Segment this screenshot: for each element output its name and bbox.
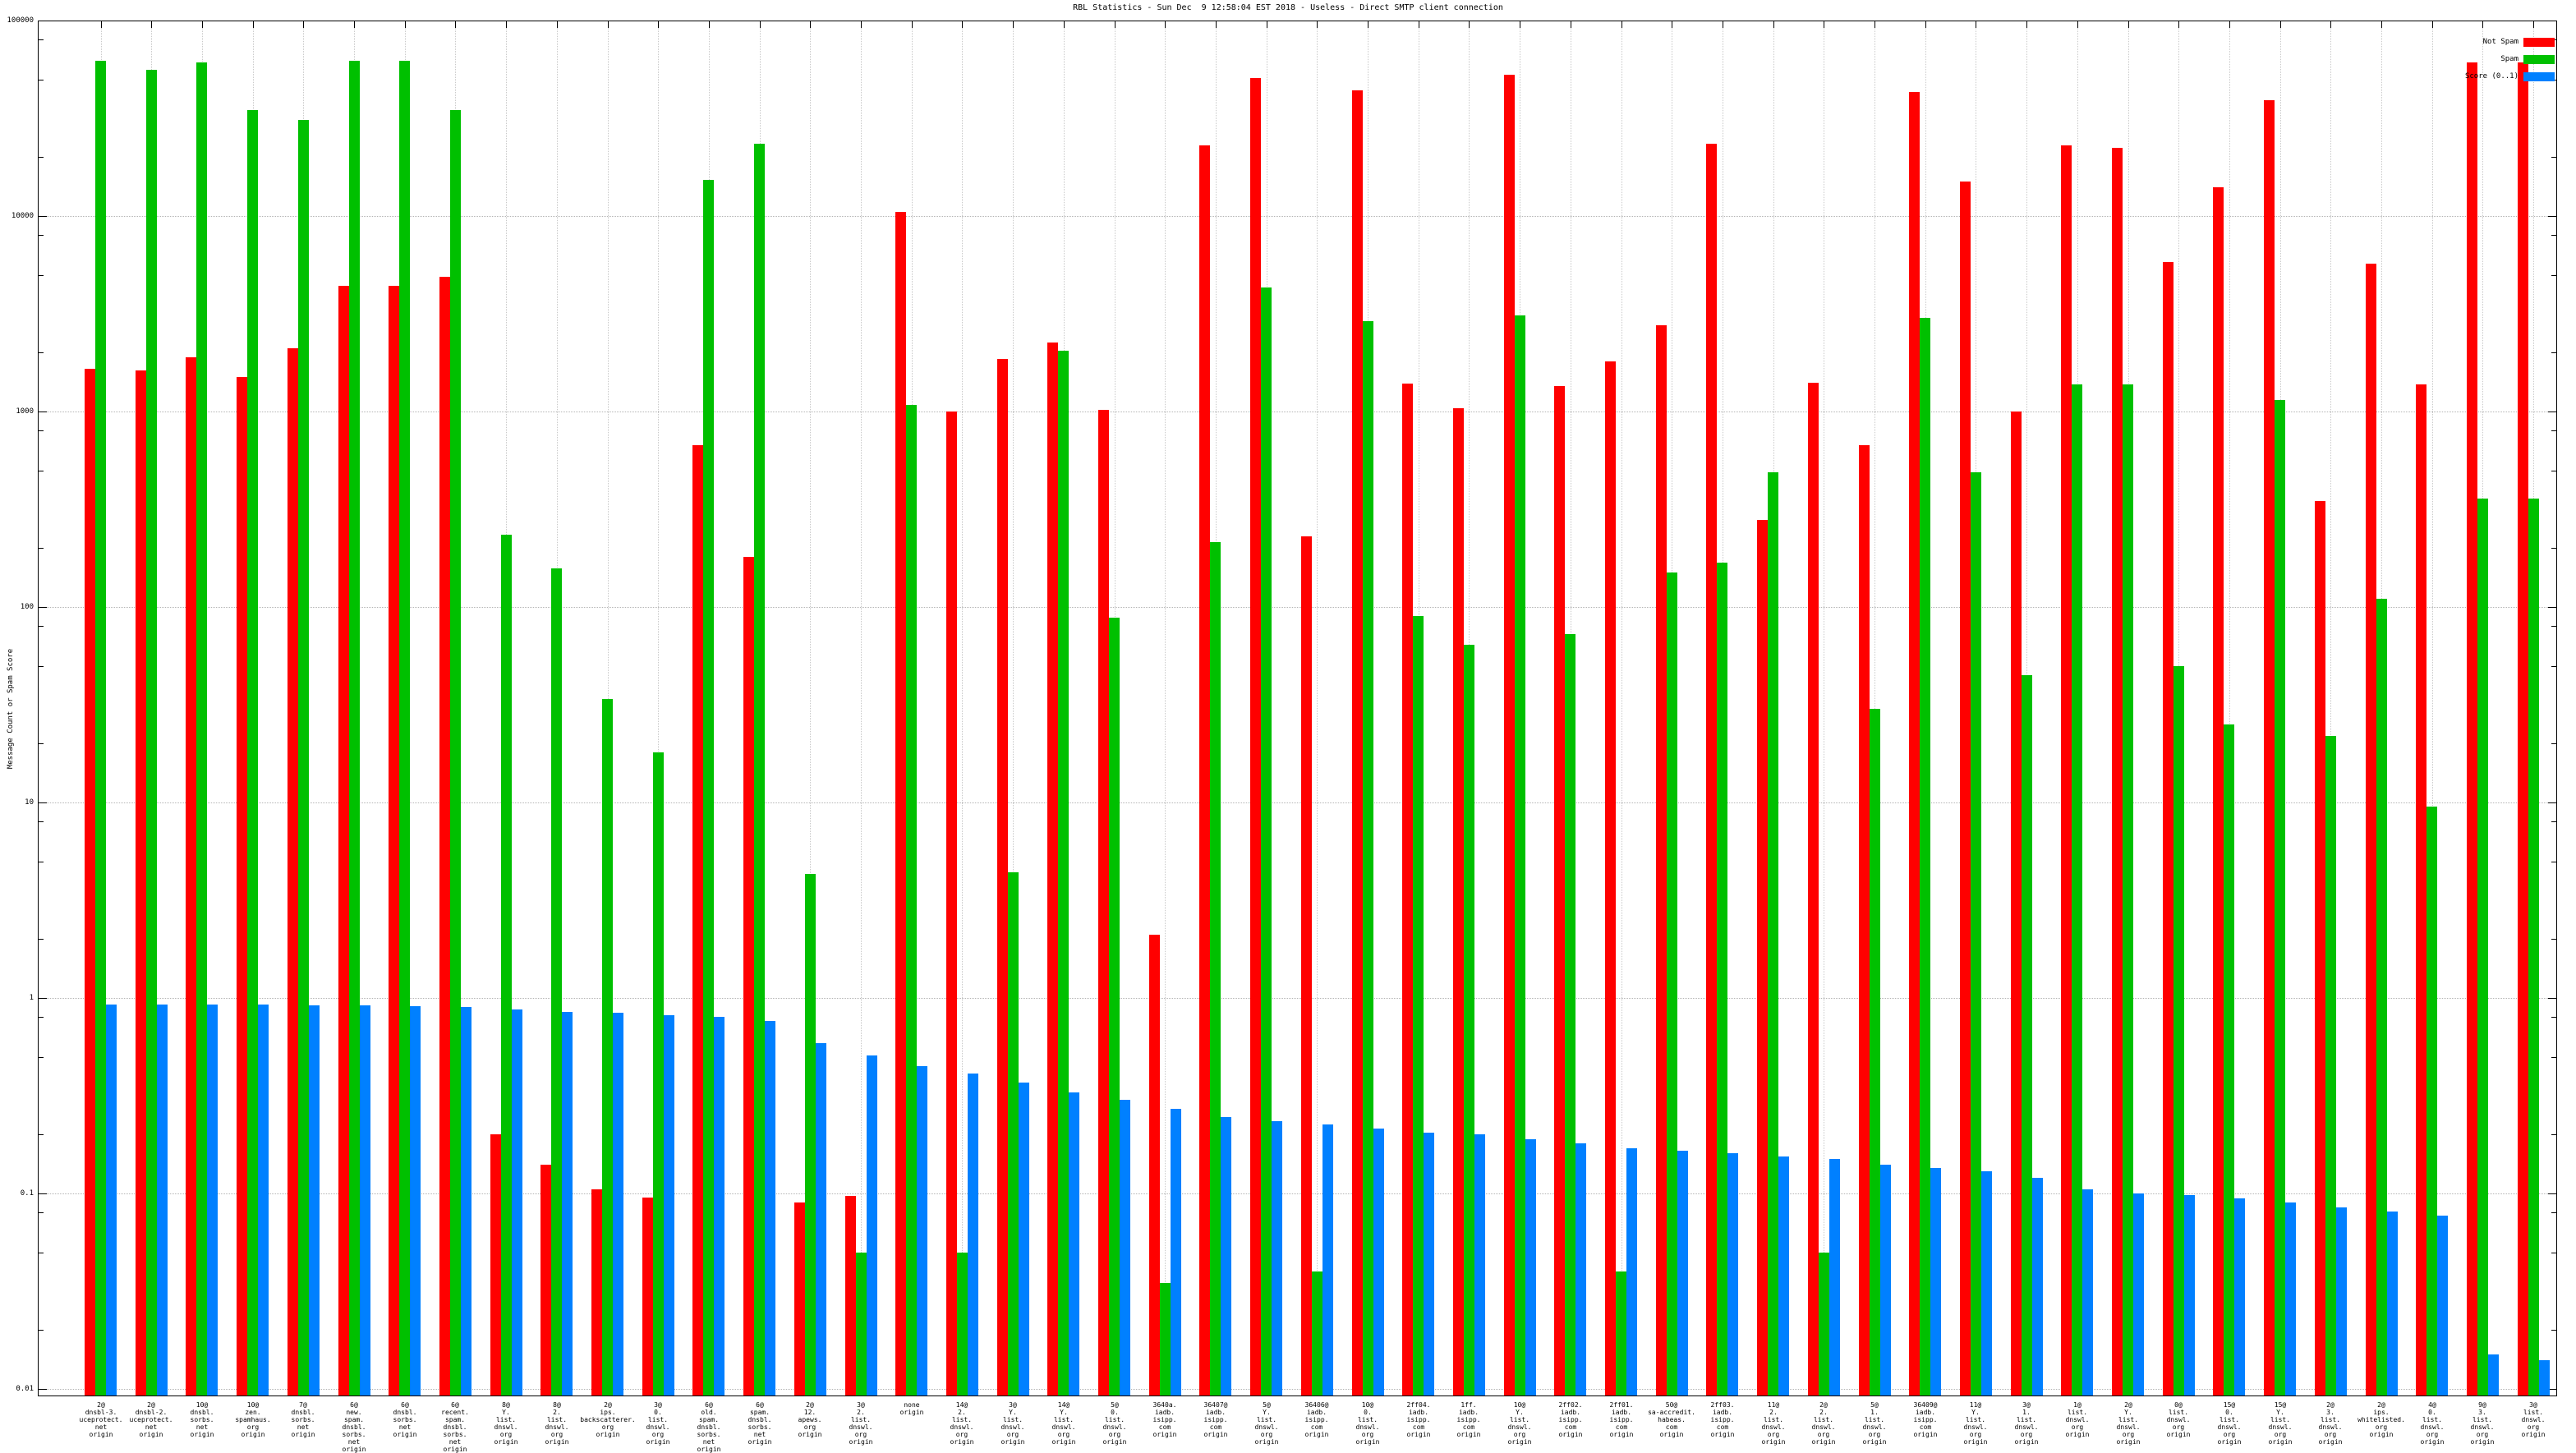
legend: Not Spam Spam Score (0..1) (2465, 34, 2555, 85)
legend-swatch (2523, 72, 2555, 81)
y-tick-label: 0.1 (20, 1189, 34, 1198)
y-tick-label: 0.01 (16, 1385, 34, 1393)
legend-swatch (2523, 55, 2555, 64)
plot-frame (38, 21, 2557, 1396)
y-tick-label: 1000 (16, 407, 34, 416)
legend-label: Not Spam (2482, 38, 2518, 46)
legend-item: Spam (2465, 51, 2555, 68)
y-tick-label: 10000 (11, 212, 34, 220)
x-tick-label: 3@ list. dnswl. org origin (2521, 1401, 2546, 1438)
y-tick-label: 1 (29, 994, 34, 1002)
y-tick-label: 100000 (7, 16, 34, 25)
legend-item: Score (0..1) (2465, 68, 2555, 85)
legend-label: Spam (2500, 55, 2518, 63)
legend-label: Score (0..1) (2464, 72, 2518, 80)
y-tick-label: 100 (20, 603, 34, 611)
legend-item: Not Spam (2465, 34, 2555, 51)
y-tick-label: 10 (25, 798, 34, 807)
legend-swatch (2523, 38, 2555, 47)
